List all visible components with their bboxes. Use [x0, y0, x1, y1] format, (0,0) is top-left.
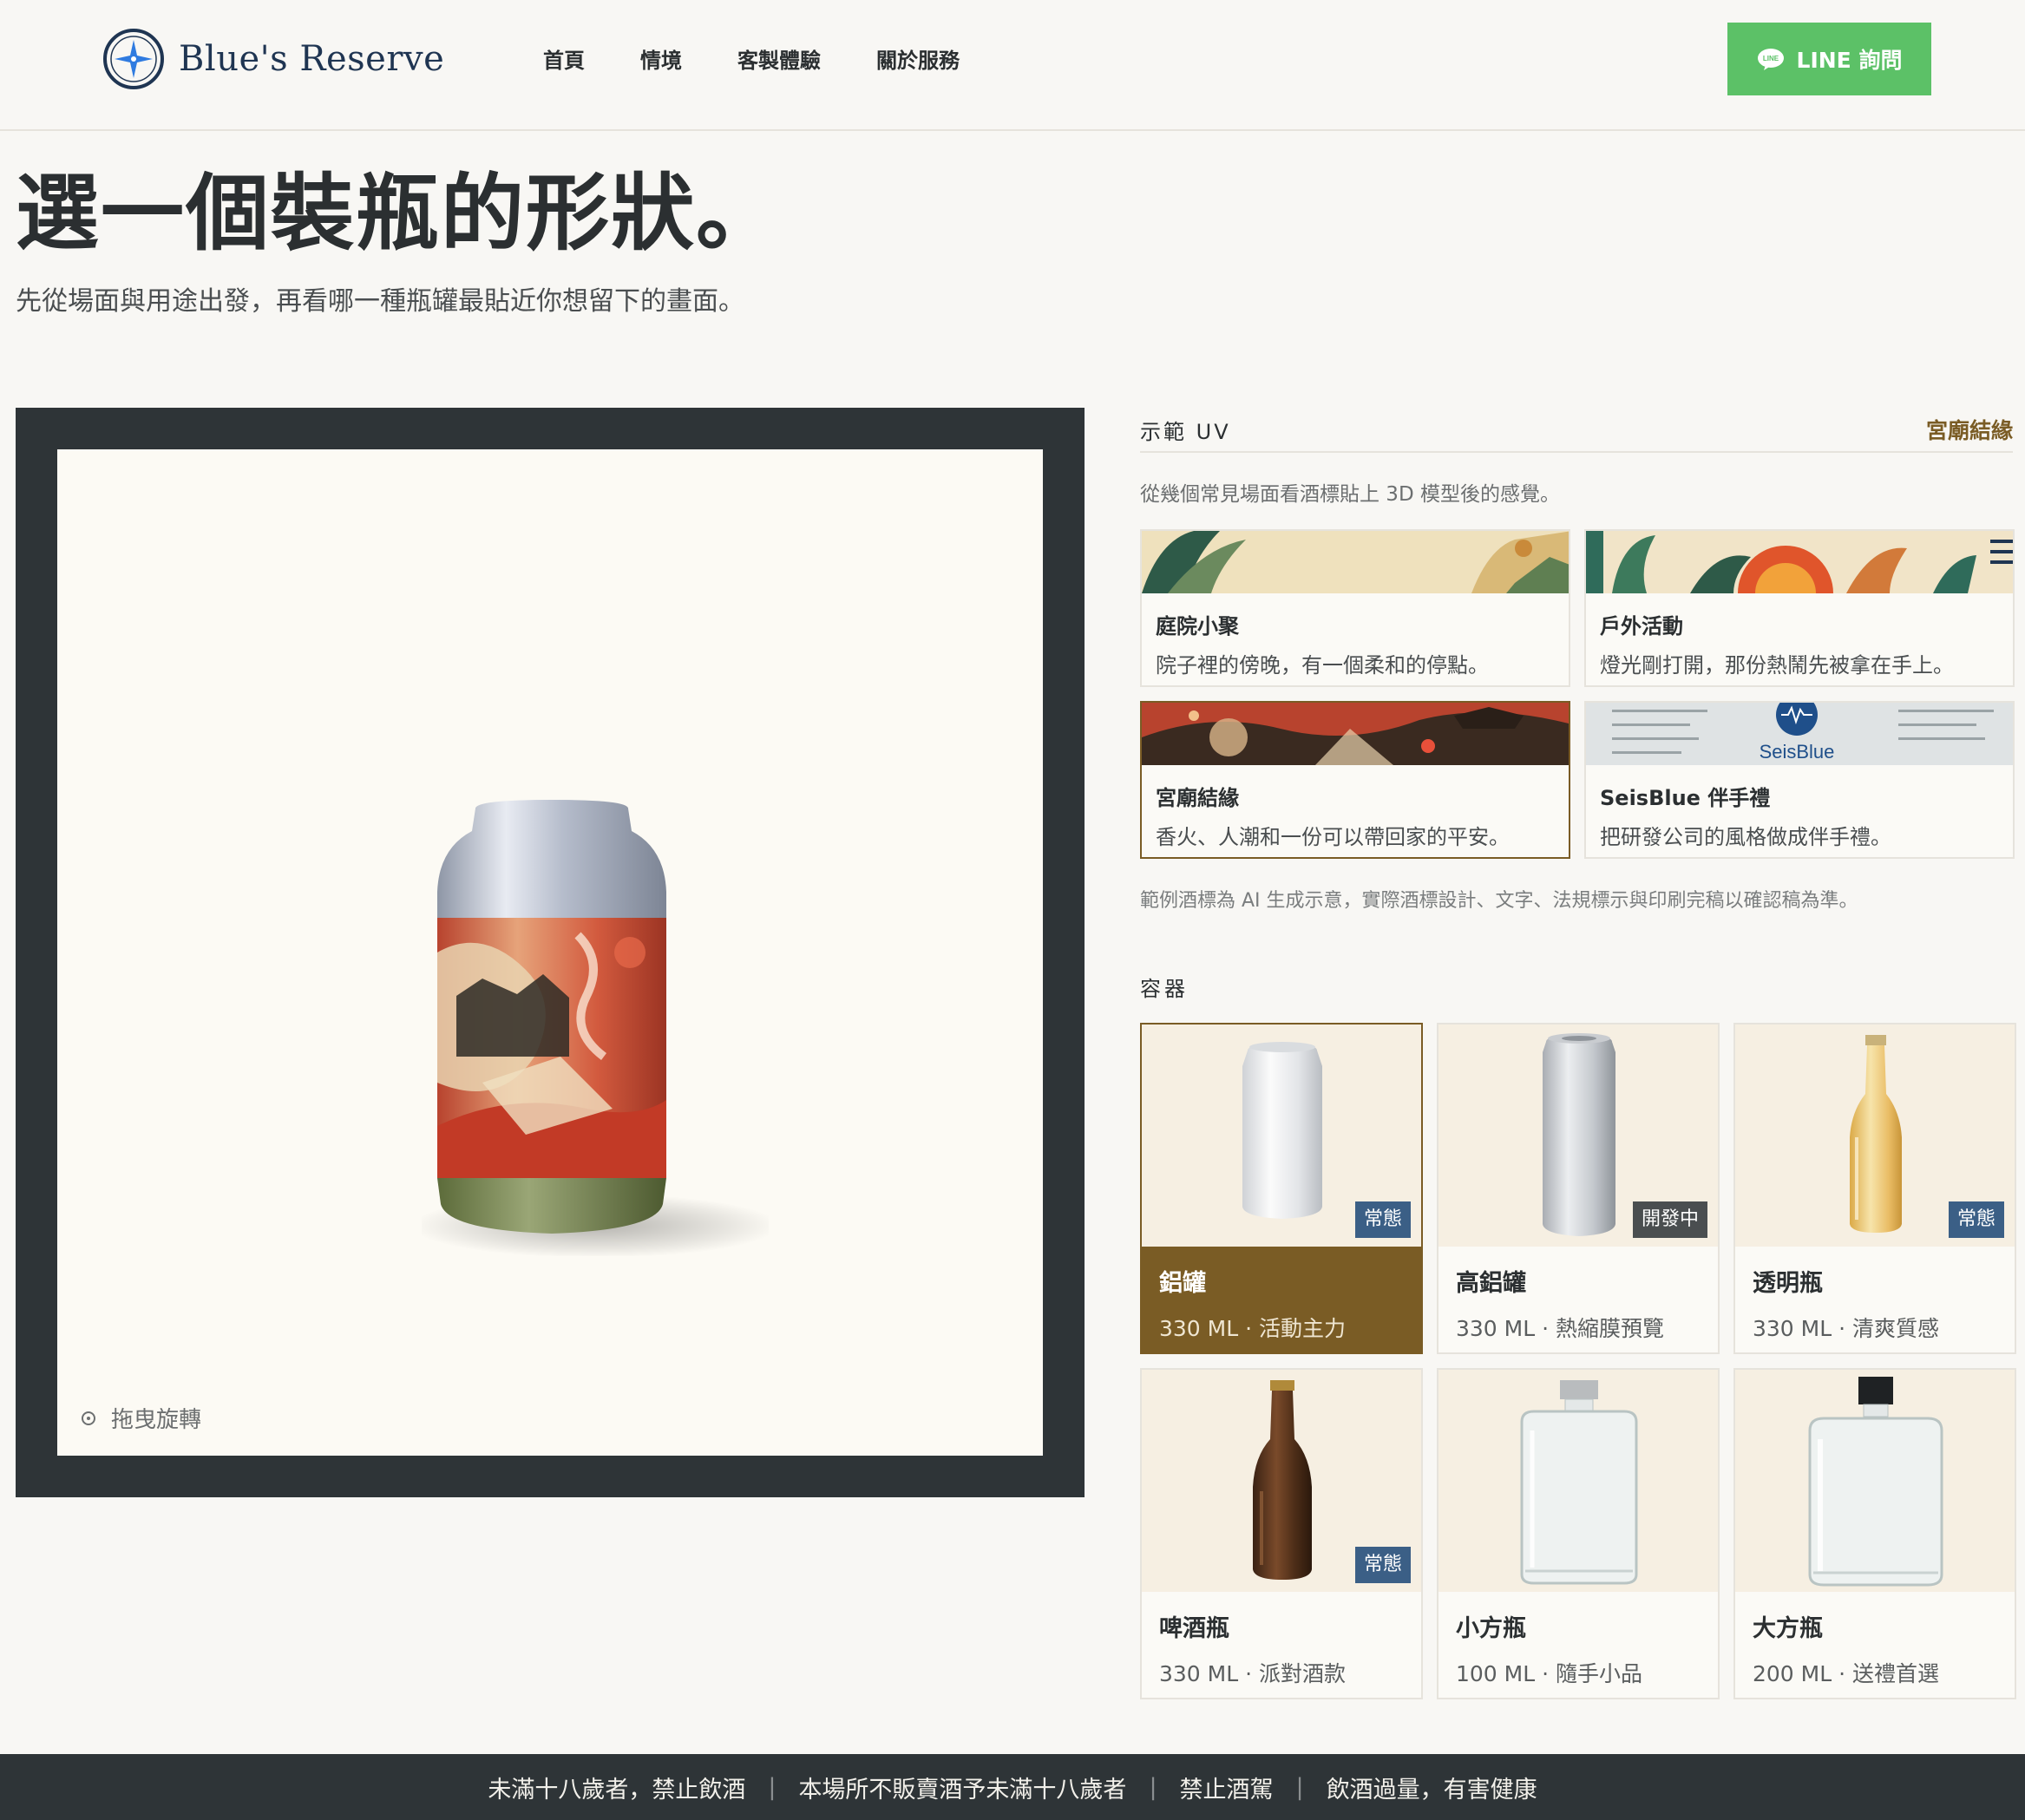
seisblue-logo-text: SeisBlue — [1760, 741, 1835, 763]
warning-health: 飲酒過量，有害健康 — [1326, 1776, 1537, 1804]
container-info: 大方瓶 200 ML · 送禮首選 — [1735, 1592, 2015, 1698]
line-inquiry-button[interactable]: LINE LINE 詢問 — [1727, 23, 1931, 95]
warning-no-drunk-driving: 禁止酒駕 — [1179, 1776, 1274, 1804]
drag-rotate-hint: 拖曳旋轉 — [82, 1402, 201, 1434]
container-name: 透明瓶 — [1753, 1270, 1823, 1297]
separator: | — [1149, 1773, 1157, 1801]
aluminum-can-model[interactable] — [430, 796, 673, 1247]
warning-underage: 未滿十八歲者，禁止飲酒 — [488, 1776, 746, 1804]
can-image: 常態 — [1142, 1025, 1421, 1247]
ai-disclaimer: 範例酒標為 AI 生成示意，實際酒標設計、文字、法規標示與印刷完稿以確認稿為準。 — [1140, 890, 1858, 912]
rotate-dot-icon — [82, 1411, 95, 1425]
line-button-label: LINE 詢問 — [1796, 48, 1903, 73]
container-info: 透明瓶 330 ML · 清爽質感 — [1735, 1247, 2015, 1352]
status-badge: 常態 — [1354, 1201, 1411, 1238]
container-name: 啤酒瓶 — [1159, 1615, 1229, 1642]
container-meta: 330 ML · 派對酒款 — [1159, 1661, 1347, 1686]
container-info: 啤酒瓶 330 ML · 派對酒款 — [1142, 1592, 1421, 1698]
nav-custom[interactable]: 客製體驗 — [737, 43, 821, 74]
container-section-label: 容器 — [1140, 977, 1189, 1001]
3d-preview-canvas[interactable]: 拖曳旋轉 — [57, 449, 1043, 1456]
status-badge: 開發中 — [1632, 1201, 1707, 1238]
nav-about[interactable]: 關於服務 — [876, 43, 960, 74]
container-meta: 200 ML · 送禮首選 — [1753, 1661, 1940, 1686]
svg-text:LINE: LINE — [1762, 55, 1779, 62]
container-card-small-square[interactable]: 小方瓶 100 ML · 隨手小品 — [1437, 1368, 1720, 1699]
nav-home[interactable]: 首頁 — [543, 43, 585, 74]
legal-warning-footer: 未滿十八歲者，禁止飲酒 | 本場所不販賣酒予未滿十八歲者 | 禁止酒駕 | 飲酒… — [0, 1754, 2025, 1820]
container-grid: 常態 鋁罐 330 ML · 活動主力 開發中 高鋁罐 330 ML · 熱縮膜… — [1140, 1023, 2016, 1699]
separator: | — [1295, 1773, 1304, 1801]
page-subtitle: 先從場面與用途出發，再看哪一種瓶罐最貼近你想留下的畫面。 — [16, 286, 744, 317]
uv-label: 示範 UV — [1140, 419, 1231, 444]
site-header: Blue's Reserve 首頁 情境 客製體驗 關於服務 LINE LINE… — [0, 0, 2025, 131]
scene-card-outdoor[interactable]: 戶外活動 燈光剛打開，那份熱鬧先被拿在手上。 — [1584, 529, 2015, 687]
status-badge: 常態 — [1948, 1201, 2004, 1238]
scene-thumb-seisblue: SeisBlue — [1586, 703, 2013, 765]
tall-can-image: 開發中 — [1438, 1025, 1718, 1247]
page-title: 選一個裝瓶的形狀。 — [16, 165, 781, 262]
large-square-bottle-image — [1735, 1370, 2015, 1592]
container-card-large-square[interactable]: 大方瓶 200 ML · 送禮首選 — [1733, 1368, 2016, 1699]
scene-text: 院子裡的傍晚，有一個柔和的停點。 — [1156, 653, 1489, 678]
container-info: 小方瓶 100 ML · 隨手小品 — [1438, 1592, 1718, 1698]
scene-title: 宮廟結緣 — [1156, 786, 1239, 810]
container-info: 鋁罐 330 ML · 活動主力 — [1142, 1247, 1421, 1352]
container-meta: 330 ML · 清爽質感 — [1753, 1316, 1940, 1341]
main-nav: 首頁 情境 客製體驗 關於服務 — [543, 43, 1015, 74]
scene-grid: 庭院小聚 院子裡的傍晚，有一個柔和的停點。 戶外活動 燈光剛打開，那份熱鬧先被拿… — [1140, 529, 2015, 859]
compass-star-icon — [103, 29, 164, 89]
beer-bottle-image: 常態 — [1142, 1370, 1421, 1592]
warning-no-sale: 本場所不販賣酒予未滿十八歲者 — [798, 1776, 1127, 1804]
status-badge: 常態 — [1354, 1547, 1411, 1583]
scene-text: 香火、人潮和一份可以帶回家的平安。 — [1156, 825, 1510, 849]
scene-thumb-outdoor — [1586, 531, 2013, 593]
scene-thumb-courtyard — [1142, 531, 1569, 593]
scene-title: 庭院小聚 — [1156, 614, 1239, 638]
scene-title: 戶外活動 — [1600, 614, 1683, 638]
drag-hint-text: 拖曳旋轉 — [111, 1407, 202, 1433]
clear-bottle-image: 常態 — [1735, 1025, 2015, 1247]
container-card-tall-can[interactable]: 開發中 高鋁罐 330 ML · 熱縮膜預覽 — [1437, 1023, 1720, 1354]
container-card-clear-bottle[interactable]: 常態 透明瓶 330 ML · 清爽質感 — [1733, 1023, 2016, 1354]
container-card-beer-bottle[interactable]: 常態 啤酒瓶 330 ML · 派對酒款 — [1140, 1368, 1423, 1699]
small-square-bottle-image — [1438, 1370, 1718, 1592]
scene-card-seisblue[interactable]: SeisBlue SeisBlue 伴手禮 把研發公司的風格做成伴手禮。 — [1584, 701, 2015, 859]
uv-description: 從幾個常見場面看酒標貼上 3D 模型後的感覺。 — [1140, 483, 1560, 506]
container-meta: 330 ML · 熱縮膜預覽 — [1456, 1316, 1665, 1341]
scene-text: 把研發公司的風格做成伴手禮。 — [1600, 825, 1891, 849]
scene-card-temple[interactable]: 宮廟結緣 香火、人潮和一份可以帶回家的平安。 — [1140, 701, 1570, 859]
uv-current-selection: 宮廟結緣 — [1925, 418, 2013, 443]
scene-card-courtyard[interactable]: 庭院小聚 院子裡的傍晚，有一個柔和的停點。 — [1140, 529, 1570, 687]
scene-title: SeisBlue 伴手禮 — [1600, 786, 1771, 810]
scene-text: 燈光剛打開，那份熱鬧先被拿在手上。 — [1600, 653, 1954, 678]
scene-thumb-temple — [1142, 703, 1569, 765]
container-name: 小方瓶 — [1456, 1615, 1526, 1642]
container-info: 高鋁罐 330 ML · 熱縮膜預覽 — [1438, 1247, 1718, 1352]
container-name: 鋁罐 — [1159, 1270, 1206, 1297]
brand-logo[interactable]: Blue's Reserve — [102, 28, 444, 90]
container-name: 大方瓶 — [1753, 1615, 1823, 1642]
brand-name: Blue's Reserve — [179, 39, 445, 79]
container-meta: 100 ML · 隨手小品 — [1456, 1661, 1643, 1686]
container-meta: 330 ML · 活動主力 — [1159, 1316, 1347, 1341]
line-chat-icon: LINE — [1757, 49, 1784, 70]
options-panel: 示範 UV 宮廟結緣 從幾個常見場面看酒標貼上 3D 模型後的感覺。 庭院小聚 … — [1140, 408, 2016, 1699]
separator: | — [768, 1773, 777, 1801]
container-card-can[interactable]: 常態 鋁罐 330 ML · 活動主力 — [1140, 1023, 1423, 1354]
preview-frame: 拖曳旋轉 — [16, 408, 1085, 1497]
container-name: 高鋁罐 — [1456, 1270, 1526, 1297]
uv-section-header: 示範 UV 宮廟結緣 — [1140, 408, 2013, 453]
nav-scenes[interactable]: 情境 — [640, 43, 682, 74]
